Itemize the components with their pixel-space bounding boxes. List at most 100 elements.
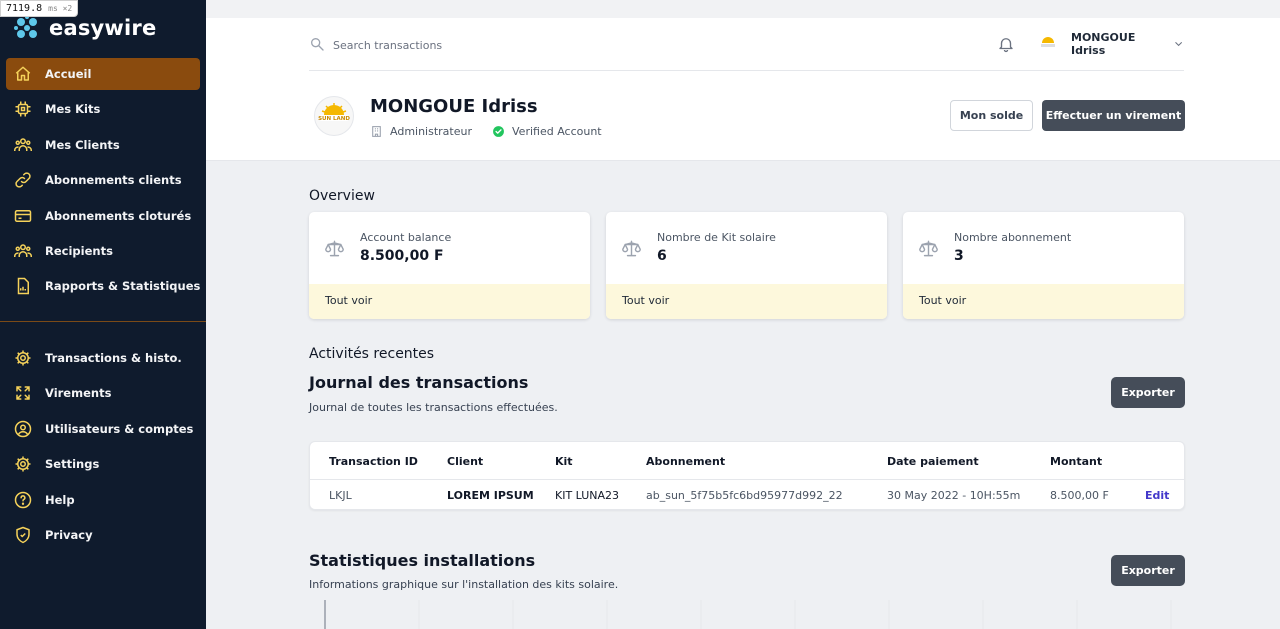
role-label: Administrateur — [390, 125, 472, 138]
view-all-link[interactable]: Tout voir — [919, 294, 966, 307]
edit-link[interactable]: Edit — [1145, 489, 1169, 502]
nav-label: Abonnements clients — [45, 173, 182, 188]
transfer-button[interactable]: Effectuer un virement — [1042, 100, 1185, 131]
nav-label: Abonnements cloturés — [45, 208, 192, 223]
nav-item-recipients[interactable]: Recipients — [6, 235, 200, 267]
top-band — [206, 0, 1280, 18]
stats-subtitle: Informations graphique sur l'installatio… — [309, 578, 619, 591]
chip-icon — [14, 100, 32, 118]
export-journal-button[interactable]: Exporter — [1111, 377, 1185, 408]
card-label: Nombre de Kit solaire — [657, 231, 776, 244]
nav-item-abonnements-clients[interactable]: Abonnements clients — [6, 164, 200, 196]
cell-date: 30 May 2022 - 10H:55m — [887, 489, 1021, 502]
table-row: LKJL LOREM IPSUM KIT LUNA23 ab_sun_5f75b… — [310, 480, 1184, 509]
search-input[interactable] — [333, 33, 733, 57]
stats-chart — [309, 600, 1185, 629]
card-footer: Tout voir — [903, 284, 1184, 319]
nav-label: Rapports & Statistiques — [45, 279, 201, 294]
avatar — [1037, 33, 1059, 55]
scale-icon — [622, 240, 641, 257]
card-subscription-count: Nombre abonnement 3 Tout voir — [903, 212, 1184, 319]
logo-text: SUN LAND — [318, 116, 350, 122]
nav-item-utilisateurs[interactable]: Utilisateurs & comptes — [6, 413, 200, 445]
view-all-link[interactable]: Tout voir — [622, 294, 669, 307]
overview-title: Overview — [309, 188, 375, 204]
user-circle-icon — [14, 420, 32, 438]
card-label: Account balance — [360, 231, 452, 244]
user-menu[interactable]: MONGOUE Idriss — [1037, 31, 1184, 57]
column-header[interactable]: Abonnement — [646, 455, 725, 468]
stats-chart-grid — [324, 600, 1172, 629]
card-value: 8.500,00 F — [360, 248, 444, 264]
perf-unit: ms ×2 — [48, 4, 73, 13]
view-all-link[interactable]: Tout voir — [325, 294, 372, 307]
user-name: MONGOUE Idriss — [1071, 31, 1136, 57]
nav-item-virements[interactable]: Virements — [6, 377, 200, 409]
arrows-expand-icon — [14, 384, 32, 402]
nav-label: Accueil — [45, 67, 92, 81]
brand-name: easywire — [49, 16, 157, 40]
scale-icon — [919, 240, 938, 257]
nav-label: Recipients — [45, 243, 113, 258]
nav-item-accueil[interactable]: Accueil — [6, 58, 200, 90]
column-header[interactable]: Date paiement — [887, 455, 979, 468]
profile-section: SUN LAND MONGOUE Idriss Administrateur V… — [314, 96, 1190, 144]
column-header[interactable]: Client — [447, 455, 483, 468]
nav-label: Mes Clients — [45, 137, 120, 152]
user-group-icon — [14, 242, 32, 260]
primary-nav: Accueil Mes Kits Mes Clients Abonnements… — [6, 58, 200, 306]
nav-item-mes-kits[interactable]: Mes Kits — [6, 93, 200, 125]
users-icon — [14, 136, 32, 154]
stats-title: Statistiques installations — [309, 551, 536, 570]
card-kit-count: Nombre de Kit solaire 6 Tout voir — [606, 212, 887, 319]
transactions-table: Transaction ID Client Kit Abonnement Dat… — [309, 441, 1185, 510]
home-icon — [14, 65, 32, 83]
balance-button[interactable]: Mon solde — [950, 100, 1033, 131]
column-header[interactable]: Transaction ID — [329, 455, 418, 468]
journal-subtitle: Journal de toutes les transactions effec… — [309, 401, 558, 414]
column-header[interactable]: Montant — [1050, 455, 1102, 468]
search-icon — [311, 38, 324, 51]
document-report-icon — [14, 277, 32, 295]
sidebar-divider — [0, 321, 206, 322]
column-header[interactable]: Kit — [555, 455, 573, 468]
cell-montant: 8.500,00 F — [1050, 489, 1109, 502]
help-circle-icon — [14, 491, 32, 509]
cell-kit: KIT LUNA23 — [555, 489, 620, 502]
page-title: MONGOUE Idriss — [370, 96, 538, 117]
export-stats-button[interactable]: Exporter — [1111, 555, 1185, 586]
nav-item-privacy[interactable]: Privacy — [6, 519, 200, 551]
card-account-balance: Account balance 8.500,00 F Tout voir — [309, 212, 590, 319]
nav-label: Utilisateurs & comptes — [45, 421, 194, 436]
profile-meta: Administrateur Verified Account — [370, 125, 602, 138]
office-building-icon — [372, 126, 381, 137]
nav-item-rapports-statistiques[interactable]: Rapports & Statistiques — [6, 270, 200, 302]
journal-title: Journal des transactions — [309, 373, 529, 392]
card-label: Nombre abonnement — [954, 231, 1072, 244]
card-value: 3 — [954, 248, 964, 264]
card-footer: Tout voir — [606, 284, 887, 319]
company-avatar: SUN LAND — [314, 96, 354, 136]
nav-item-transactions[interactable]: Transactions & histo. — [6, 342, 200, 374]
nav-label: Transactions & histo. — [45, 351, 182, 365]
page-header: MONGOUE Idriss SUN LAND MONGOUE Idriss A… — [206, 18, 1280, 161]
credit-card-icon — [14, 207, 32, 225]
shield-check-icon — [14, 526, 32, 544]
activities-title: Activités recentes — [309, 346, 435, 362]
table-header: Transaction ID Client Kit Abonnement Dat… — [310, 442, 1184, 480]
link-icon — [14, 171, 32, 189]
nav-item-abonnements-clotures[interactable]: Abonnements cloturés — [6, 200, 200, 232]
nav-label: Help — [45, 492, 75, 507]
verified-status: Verified Account — [512, 125, 602, 138]
scale-icon — [325, 240, 344, 257]
bell-icon[interactable] — [997, 35, 1015, 53]
nav-item-help[interactable]: Help — [6, 484, 200, 516]
sunland-logo-icon — [1038, 34, 1058, 54]
cell-client: LOREM IPSUM — [447, 489, 534, 502]
card-footer: Tout voir — [309, 284, 590, 319]
cell-abonnement: ab_sun_5f75b5fc6bd95977d992_22 — [646, 489, 843, 502]
nav-item-mes-clients[interactable]: Mes Clients — [6, 129, 200, 161]
nav-item-settings[interactable]: Settings — [6, 448, 200, 480]
check-circle-icon — [493, 126, 504, 137]
perf-badge: 7119.8 ms ×2 — [0, 0, 79, 17]
